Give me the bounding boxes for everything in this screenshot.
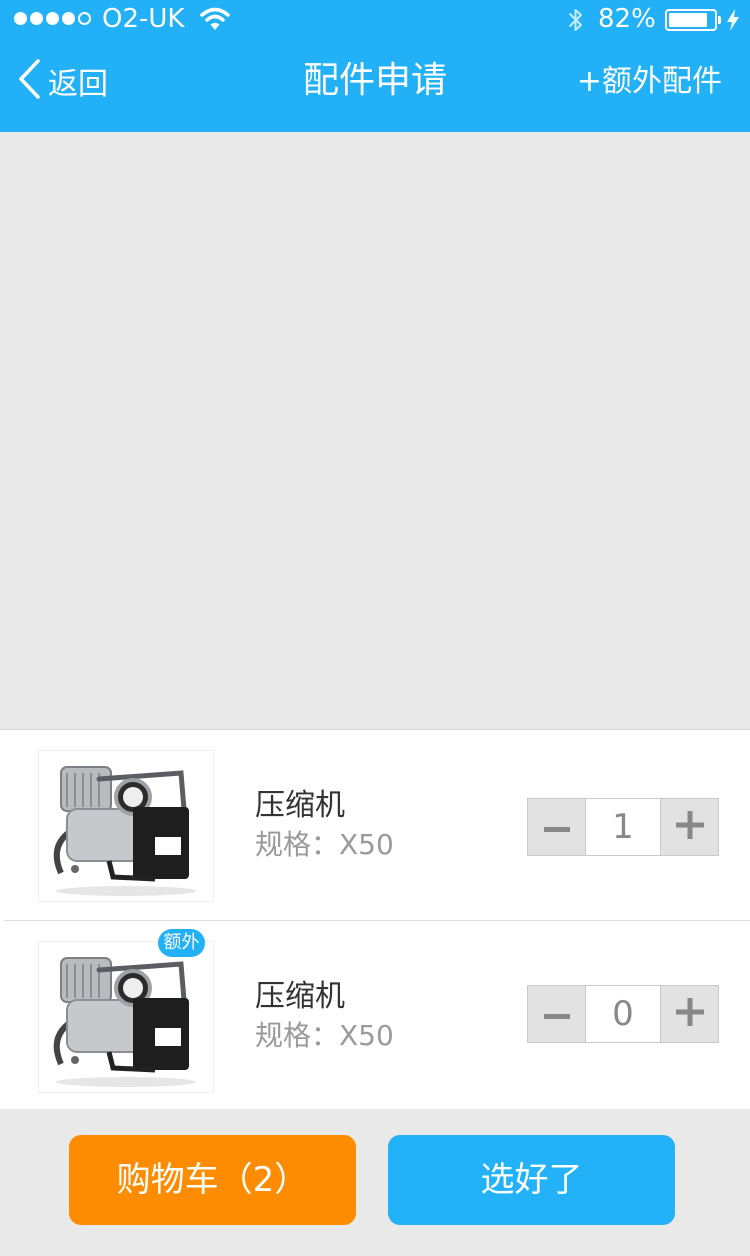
list-item: 压缩机 规格：X50 1 [0, 730, 750, 918]
signal-dot [14, 12, 27, 25]
compressor-image [53, 957, 196, 1087]
part-name: 压缩机 [255, 788, 345, 823]
increase-button[interactable] [661, 799, 718, 855]
plus-icon [675, 811, 704, 843]
top-bar: O2-UK 82% 返回 配件申请 +额外配件 [0, 0, 750, 132]
confirm-button[interactable]: 选好了 [388, 1135, 675, 1225]
signal-strength [14, 12, 91, 25]
compressor-image [53, 766, 196, 896]
battery-icon [665, 9, 721, 31]
bluetooth-icon [566, 6, 586, 38]
bolt-icon [726, 8, 740, 36]
plus-icon [675, 998, 704, 1030]
part-name: 压缩机 [255, 979, 345, 1014]
carrier-name: O2-UK [102, 4, 185, 34]
minus-icon [543, 1005, 570, 1024]
list-item: 额外 压缩机 规格：X50 0 [4, 920, 750, 1109]
battery-percent: 82% [598, 4, 656, 34]
cart-button[interactable]: 购物车（2） [69, 1135, 356, 1225]
signal-dot [46, 12, 59, 25]
part-spec: 规格：X50 [255, 828, 394, 861]
quantity-stepper: 0 [527, 985, 719, 1043]
status-bar: O2-UK 82% [0, 0, 750, 40]
footer: 购物车（2） 选好了 [0, 1109, 750, 1256]
parts-list: 压缩机 规格：X50 1 额外 压缩机 规格：X50 0 [0, 729, 750, 1110]
part-spec: 规格：X50 [255, 1019, 394, 1052]
add-extra-part-button[interactable]: +额外配件 [577, 62, 722, 102]
decrease-button[interactable] [528, 799, 585, 855]
wifi-icon [200, 6, 230, 36]
decrease-button[interactable] [528, 986, 585, 1042]
signal-dot [62, 12, 75, 25]
quantity-value[interactable]: 1 [585, 799, 661, 855]
increase-button[interactable] [661, 986, 718, 1042]
product-image [38, 750, 214, 902]
minus-icon [543, 818, 570, 837]
signal-dot-empty [78, 12, 91, 25]
extra-badge: 额外 [158, 929, 205, 957]
product-image [38, 941, 214, 1093]
quantity-value[interactable]: 0 [585, 986, 661, 1042]
quantity-stepper: 1 [527, 798, 719, 856]
signal-dot [30, 12, 43, 25]
